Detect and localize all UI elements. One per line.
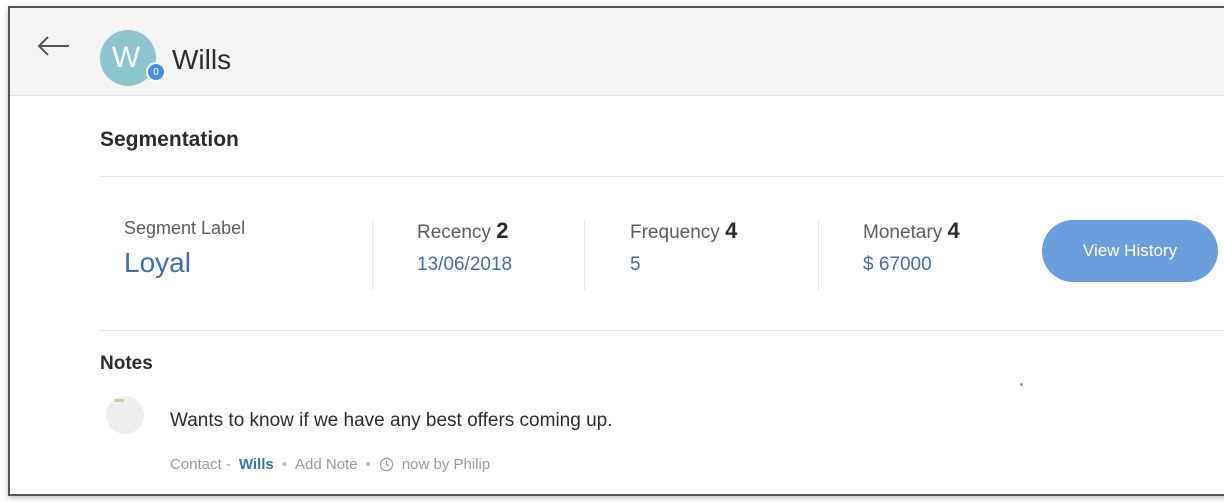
metric-separator <box>372 220 373 290</box>
segment-label-block: Segment Label Loyal <box>124 218 245 279</box>
note-contact-link[interactable]: Wills <box>239 456 274 473</box>
segmentation-divider-bottom <box>100 330 1224 331</box>
avatar-badge: 0 <box>146 62 166 82</box>
frequency-block: Frequency 4 5 <box>630 218 737 276</box>
back-button[interactable] <box>36 34 72 58</box>
segmentation-divider-top <box>100 176 1224 177</box>
metric-separator <box>584 220 585 290</box>
note-text: Wants to know if we have any best offers… <box>170 410 613 431</box>
arrow-left-icon <box>37 36 69 56</box>
contact-header: W 0 Wills <box>10 8 1224 96</box>
recency-value: 13/06/2018 <box>417 254 513 275</box>
segment-label: Segment Label <box>124 218 246 238</box>
recency-block: Recency 2 13/06/2018 <box>417 218 512 276</box>
metric-separator <box>818 220 819 290</box>
add-note-link[interactable]: Add Note <box>295 456 358 473</box>
contact-detail-panel: W 0 Wills Segmentation Segment Label Loy… <box>8 6 1224 496</box>
recency-score: 2 <box>496 218 509 243</box>
view-history-button[interactable]: View History <box>1042 220 1218 282</box>
recency-label: Recency <box>417 222 491 243</box>
stray-mark <box>1020 383 1023 386</box>
notes-title: Notes <box>100 353 153 374</box>
note-contact-prefix: Contact - <box>170 456 231 473</box>
clock-icon <box>379 457 394 472</box>
note-time: now by Philip <box>401 456 491 473</box>
monetary-label: Monetary <box>863 222 943 243</box>
meta-separator: • <box>365 456 371 473</box>
note-meta: Contact - Wills • Add Note • now by Phil… <box>170 456 490 473</box>
note-author-avatar <box>106 396 144 434</box>
meta-separator: • <box>281 456 287 473</box>
frequency-score: 4 <box>725 218 738 243</box>
monetary-value: $ 67000 <box>863 254 932 275</box>
frequency-label: Frequency <box>630 222 720 243</box>
segmentation-title: Segmentation <box>100 128 239 151</box>
monetary-block: Monetary 4 $ 67000 <box>863 218 960 276</box>
segment-value: Loyal <box>124 247 191 278</box>
frequency-value: 5 <box>630 254 641 275</box>
monetary-score: 4 <box>947 218 960 243</box>
contact-name: Wills <box>172 44 232 75</box>
